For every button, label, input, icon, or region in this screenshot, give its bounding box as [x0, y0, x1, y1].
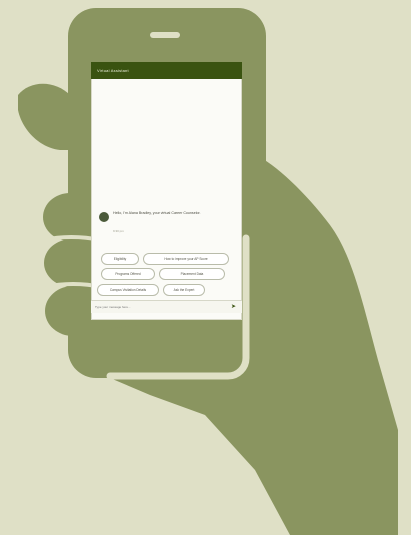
chip-ask-expert[interactable]: Ask the Expert	[163, 284, 205, 296]
finger-1	[43, 193, 97, 241]
phone-screen: Virtual Assistant Hello, I'm Alana Bradl…	[91, 62, 242, 320]
chip-campus-visitation[interactable]: Campus Visitation Details	[97, 284, 159, 296]
send-icon[interactable]: ➤	[231, 304, 237, 310]
bot-message-text: Hello, I'm Alana Bradley, your virtual C…	[113, 211, 201, 215]
bot-message: Hello, I'm Alana Bradley, your virtual C…	[99, 211, 239, 222]
chat-area: Hello, I'm Alana Bradley, your virtual C…	[91, 79, 242, 313]
chip-placement-data[interactable]: Placement Data	[159, 268, 225, 280]
chip-eligibility[interactable]: Eligibility	[101, 253, 139, 265]
speaker-icon	[150, 32, 180, 38]
chip-improve-score[interactable]: How to improve your AP Score	[143, 253, 229, 265]
bot-message-time: 9:30 pm	[113, 229, 124, 233]
message-input[interactable]	[95, 304, 213, 310]
chip-programs-offered[interactable]: Programs Offered	[101, 268, 155, 280]
bot-avatar	[99, 212, 109, 222]
app-header-title: Virtual Assistant	[91, 62, 242, 79]
message-input-bar: ➤	[91, 300, 242, 313]
